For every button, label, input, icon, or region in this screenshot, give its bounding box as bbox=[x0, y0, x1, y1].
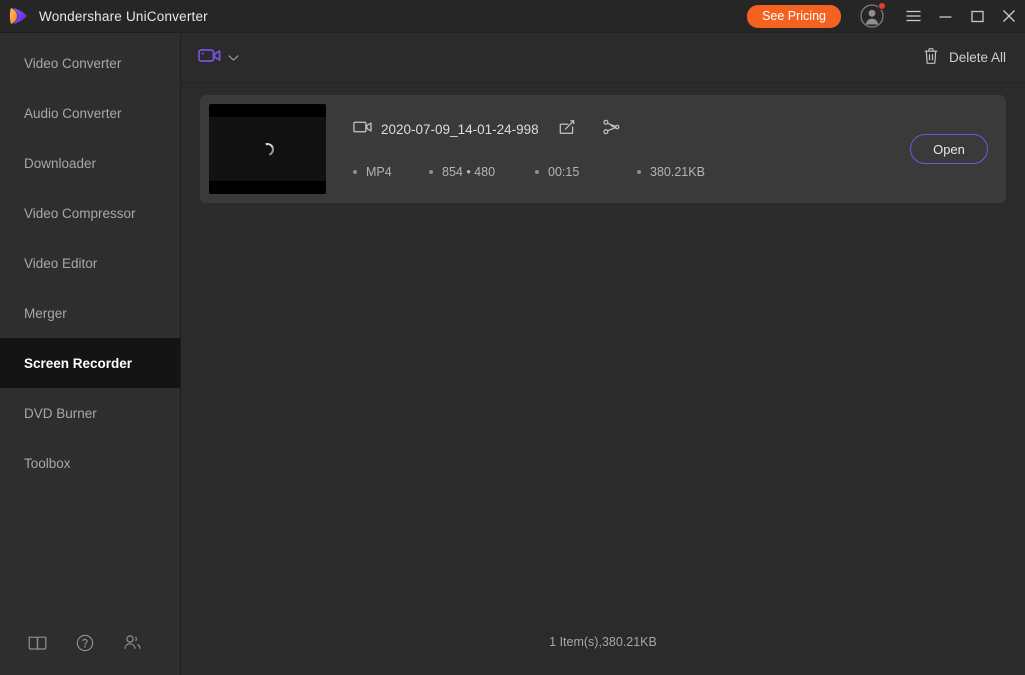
notification-dot bbox=[878, 2, 886, 10]
minimize-icon[interactable] bbox=[929, 0, 961, 33]
community-users-icon[interactable] bbox=[123, 634, 142, 656]
status-footer: 1 Item(s),380.21KB bbox=[181, 631, 1025, 675]
app-window: Wondershare UniConverter See Pricing Vid… bbox=[0, 0, 1025, 675]
sidebar-item-label: Audio Converter bbox=[24, 105, 122, 121]
file-meta-value: 380.21KB bbox=[650, 165, 705, 179]
title-bar: Wondershare UniConverter See Pricing bbox=[0, 0, 1025, 33]
trim-cut-icon[interactable] bbox=[603, 119, 620, 140]
file-name: 2020-07-09_14-01-24-998 bbox=[381, 122, 539, 137]
hamburger-menu-icon[interactable] bbox=[897, 0, 929, 33]
sidebar-item-label: DVD Burner bbox=[24, 405, 97, 421]
sidebar-item-label: Video Editor bbox=[24, 255, 98, 271]
sidebar-item-video-compressor[interactable]: Video Compressor bbox=[0, 188, 180, 238]
file-details: 2020-07-09_14-01-24-998 MP4 854 • 480 00… bbox=[326, 119, 910, 179]
sidebar-item-label: Downloader bbox=[24, 155, 97, 171]
app-body: Video Converter Audio Converter Download… bbox=[0, 33, 1025, 675]
app-title: Wondershare UniConverter bbox=[39, 8, 208, 24]
file-card[interactable]: 2020-07-09_14-01-24-998 MP4 854 • 480 00… bbox=[200, 95, 1006, 203]
bullet-icon bbox=[429, 170, 433, 174]
file-meta-duration: 00:15 bbox=[535, 165, 637, 179]
file-name-row: 2020-07-09_14-01-24-998 bbox=[353, 119, 910, 140]
see-pricing-button[interactable]: See Pricing bbox=[747, 4, 841, 28]
maximize-icon[interactable] bbox=[961, 0, 993, 33]
sidebar-item-dvd-burner[interactable]: DVD Burner bbox=[0, 388, 180, 438]
toolbar: Delete All bbox=[181, 33, 1025, 83]
file-meta-value: 854 • 480 bbox=[442, 165, 496, 179]
sidebar-item-label: Video Compressor bbox=[24, 205, 136, 221]
sidebar-item-label: Screen Recorder bbox=[24, 355, 133, 371]
file-meta-resolution: 854 • 480 bbox=[429, 165, 535, 179]
window-controls bbox=[897, 0, 1025, 33]
sidebar-item-label: Toolbox bbox=[24, 455, 71, 471]
chevron-down-icon bbox=[228, 49, 239, 67]
video-camera-icon bbox=[198, 47, 221, 69]
wondershare-play-logo-icon bbox=[8, 5, 30, 27]
open-button[interactable]: Open bbox=[910, 134, 988, 164]
edit-pencil-icon[interactable] bbox=[559, 119, 575, 140]
bullet-icon bbox=[637, 170, 641, 174]
sidebar-item-downloader[interactable]: Downloader bbox=[0, 138, 180, 188]
sidebar-footer bbox=[0, 615, 180, 675]
recorder-mode-selector[interactable] bbox=[198, 47, 239, 69]
file-meta-size: 380.21KB bbox=[637, 165, 705, 179]
close-icon[interactable] bbox=[993, 0, 1025, 33]
sidebar-item-merger[interactable]: Merger bbox=[0, 288, 180, 338]
file-thumbnail[interactable] bbox=[209, 104, 326, 194]
file-meta-format: MP4 bbox=[353, 165, 429, 179]
guide-book-icon[interactable] bbox=[28, 635, 47, 656]
video-file-icon bbox=[353, 120, 372, 139]
sidebar: Video Converter Audio Converter Download… bbox=[0, 33, 181, 675]
account-avatar[interactable] bbox=[859, 2, 886, 29]
app-brand: Wondershare UniConverter bbox=[8, 5, 208, 27]
sidebar-item-toolbox[interactable]: Toolbox bbox=[0, 438, 180, 488]
delete-all-label: Delete All bbox=[948, 50, 1006, 65]
bullet-icon bbox=[353, 170, 357, 174]
bullet-icon bbox=[535, 170, 539, 174]
help-question-icon[interactable] bbox=[76, 634, 94, 657]
file-meta-value: 00:15 bbox=[548, 165, 580, 179]
sidebar-item-label: Merger bbox=[24, 305, 67, 321]
file-meta-row: MP4 854 • 480 00:15 380.21KB bbox=[353, 165, 910, 179]
sidebar-nav: Video Converter Audio Converter Download… bbox=[0, 38, 180, 615]
sidebar-item-label: Video Converter bbox=[24, 55, 122, 71]
trash-icon bbox=[923, 47, 939, 68]
sidebar-item-audio-converter[interactable]: Audio Converter bbox=[0, 88, 180, 138]
sidebar-item-screen-recorder[interactable]: Screen Recorder bbox=[0, 338, 180, 388]
delete-all-button[interactable]: Delete All bbox=[923, 47, 1006, 68]
sidebar-item-video-editor[interactable]: Video Editor bbox=[0, 238, 180, 288]
file-meta-value: MP4 bbox=[366, 165, 392, 179]
file-list: 2020-07-09_14-01-24-998 MP4 854 • 480 00… bbox=[181, 83, 1025, 631]
main-panel: Delete All 2020-07-09_14-01-24-998 MP4 8… bbox=[181, 33, 1025, 675]
sidebar-item-video-converter[interactable]: Video Converter bbox=[0, 38, 180, 88]
footer-summary: 1 Item(s),380.21KB bbox=[549, 635, 657, 649]
